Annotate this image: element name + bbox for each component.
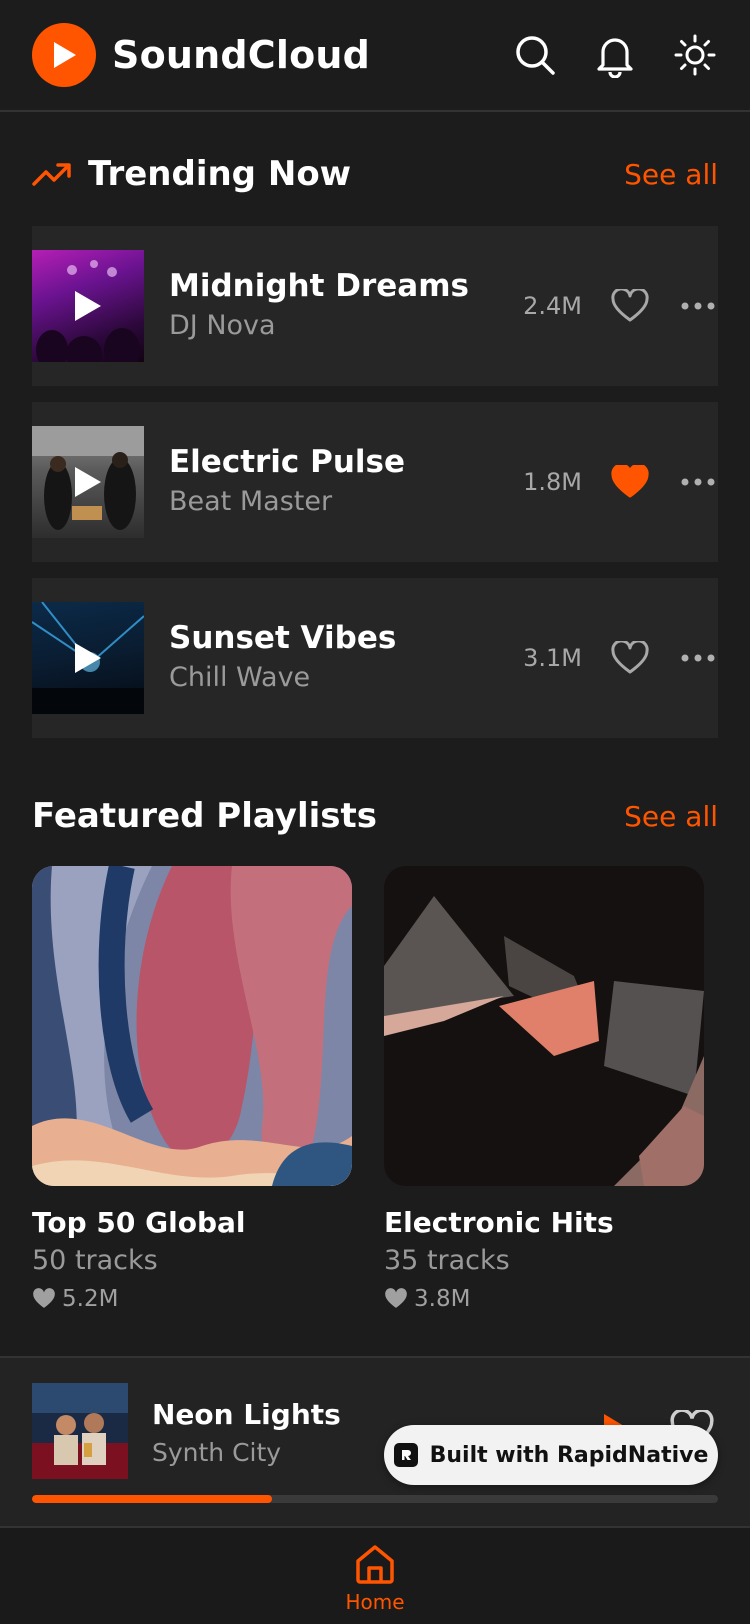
playlist-cover[interactable] xyxy=(384,866,704,1186)
trending-title: Trending Now xyxy=(88,154,352,194)
playlist-track-count: 50 tracks xyxy=(32,1245,158,1276)
track-info: Sunset Vibes Chill Wave xyxy=(169,618,523,698)
track-artist: Chill Wave xyxy=(169,662,311,693)
track-row[interactable]: Sunset Vibes Chill Wave 3.1M xyxy=(32,578,718,738)
featured-title: Featured Playlists xyxy=(32,796,377,836)
play-icon[interactable] xyxy=(32,602,144,714)
playlist-likes-count: 5.2M xyxy=(62,1286,119,1312)
playlist-likes: 5.2M xyxy=(32,1286,352,1312)
bell-icon[interactable] xyxy=(592,32,638,78)
header-actions xyxy=(512,32,718,78)
nav-label-home: Home xyxy=(345,1590,405,1614)
bottom-navigation: Home xyxy=(0,1526,750,1624)
heart-small-icon xyxy=(33,1288,55,1308)
play-count: 3.1M xyxy=(523,644,582,672)
track-artwork[interactable] xyxy=(32,250,144,362)
nav-item-home[interactable]: Home xyxy=(330,1542,420,1624)
play-icon[interactable] xyxy=(32,250,144,362)
playlist-card[interactable]: Top 50 Global 50 tracks 5.2M xyxy=(32,866,352,1312)
heart-small-icon xyxy=(385,1288,407,1308)
more-options-icon[interactable] xyxy=(678,462,718,502)
playlist-likes: 3.8M xyxy=(384,1286,704,1312)
playlist-title: Electronic Hits xyxy=(384,1206,614,1239)
featured-see-all-link[interactable]: See all xyxy=(624,800,718,833)
sun-icon[interactable] xyxy=(672,32,718,78)
track-artwork[interactable] xyxy=(32,602,144,714)
more-options-icon[interactable] xyxy=(678,286,718,326)
play-count: 2.4M xyxy=(523,292,582,320)
playlist-track-count: 35 tracks xyxy=(384,1245,510,1276)
trending-up-icon xyxy=(32,163,71,186)
heart-outline-icon[interactable] xyxy=(608,284,652,328)
playback-progress-bar[interactable] xyxy=(32,1495,718,1503)
track-title: Electric Pulse xyxy=(169,444,405,480)
track-artist: Beat Master xyxy=(169,486,333,517)
badge-label: Built with RapidNative xyxy=(429,1442,709,1468)
heart-filled-icon[interactable] xyxy=(608,460,652,504)
play-count: 1.8M xyxy=(523,468,582,496)
playlist-card[interactable]: Electronic Hits 35 tracks 3.8M xyxy=(384,866,704,1312)
top-header: SoundCloud xyxy=(0,0,750,112)
search-icon[interactable] xyxy=(512,32,558,78)
track-artwork[interactable] xyxy=(32,426,144,538)
now-playing-title: Neon Lights xyxy=(152,1398,341,1431)
playlist-title: Top 50 Global xyxy=(32,1206,246,1239)
app-title: SoundCloud xyxy=(112,33,371,77)
home-icon xyxy=(356,1545,394,1584)
playlist-cover[interactable] xyxy=(32,866,352,1186)
playlist-likes-count: 3.8M xyxy=(414,1286,471,1312)
play-icon[interactable] xyxy=(32,426,144,538)
built-with-badge[interactable]: Built with RapidNative xyxy=(384,1425,718,1485)
track-artist: DJ Nova xyxy=(169,310,276,341)
app-screen: SoundCloud Trending Now See all Midnight… xyxy=(0,0,750,1624)
trending-see-all-link[interactable]: See all xyxy=(624,158,718,191)
track-info: Electric Pulse Beat Master xyxy=(169,442,523,522)
track-title: Sunset Vibes xyxy=(169,620,397,656)
featured-header: Featured Playlists See all xyxy=(32,790,718,842)
play-logo-icon[interactable] xyxy=(32,23,96,87)
track-row[interactable]: Midnight Dreams DJ Nova 2.4M xyxy=(32,226,718,386)
heart-outline-icon[interactable] xyxy=(608,636,652,680)
playback-progress-fill xyxy=(32,1495,273,1503)
rapidnative-logo-icon xyxy=(393,1443,418,1467)
trending-header: Trending Now See all xyxy=(32,148,718,200)
now-playing-artist: Synth City xyxy=(152,1438,282,1467)
track-title: Midnight Dreams xyxy=(169,268,469,304)
more-options-icon[interactable] xyxy=(678,638,718,678)
now-playing-artwork[interactable] xyxy=(32,1383,128,1479)
track-info: Midnight Dreams DJ Nova xyxy=(169,266,523,346)
track-row[interactable]: Electric Pulse Beat Master 1.8M xyxy=(32,402,718,562)
